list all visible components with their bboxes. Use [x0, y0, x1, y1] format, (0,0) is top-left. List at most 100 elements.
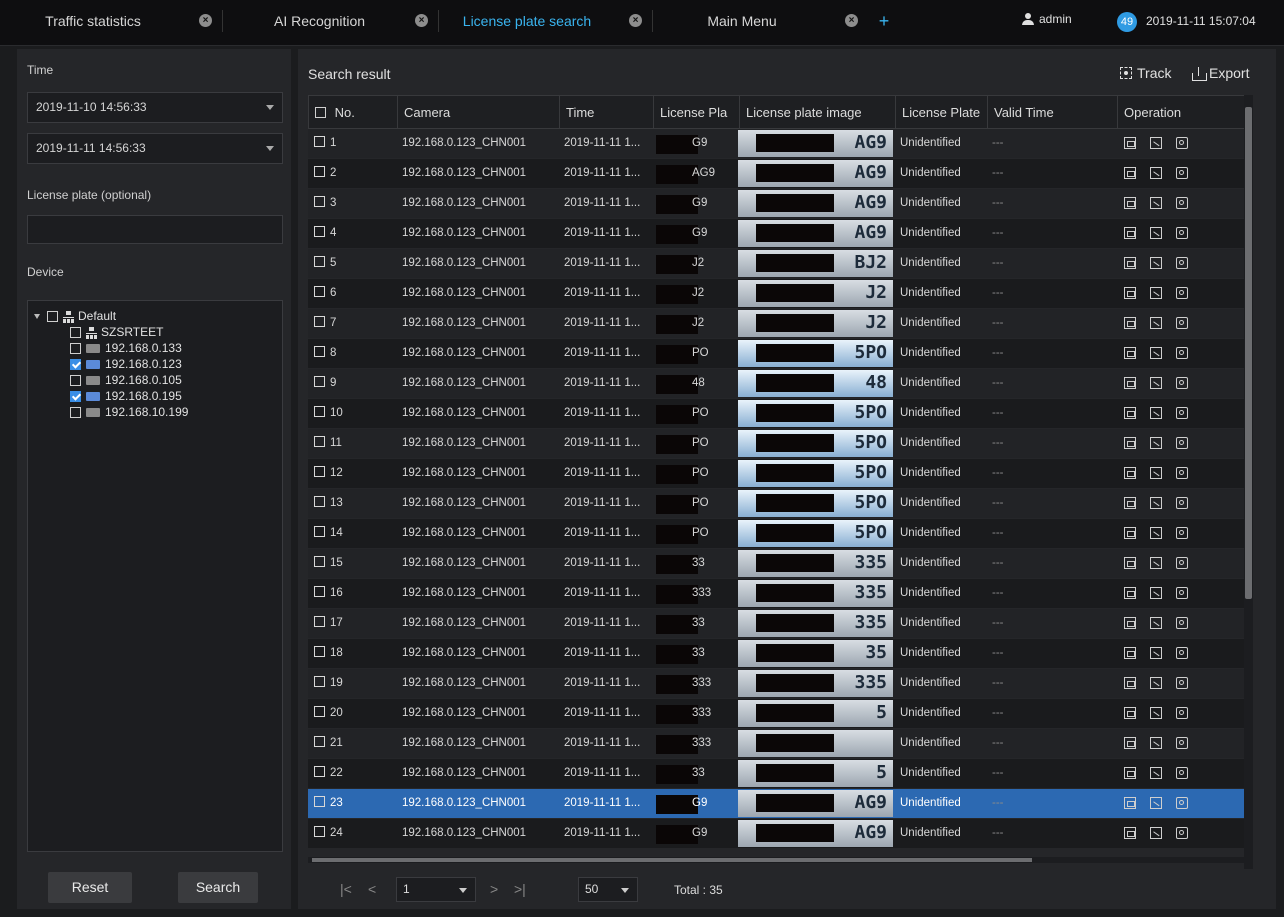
image-icon[interactable] [1150, 707, 1162, 719]
table-row[interactable]: 5 192.168.0.123_CHN001 2019-11-11 1... J2 BJ… [308, 249, 1253, 278]
details-icon[interactable] [1124, 197, 1136, 209]
tab-traffic-statistics[interactable]: Traffic statistics × [0, 8, 222, 34]
details-icon[interactable] [1124, 137, 1136, 149]
horizontal-scrollbar[interactable] [308, 857, 1244, 863]
license-plate-image[interactable]: 5 [738, 700, 893, 727]
close-icon[interactable]: × [845, 14, 858, 27]
vertical-scrollbar[interactable] [1244, 95, 1253, 869]
row-checkbox[interactable] [314, 196, 325, 208]
column-header-time[interactable]: Time [559, 96, 653, 130]
table-row[interactable]: 15 192.168.0.123_CHN001 2019-11-11 1... 33 3… [308, 549, 1253, 578]
details-icon[interactable] [1124, 677, 1136, 689]
id-card-icon[interactable] [1176, 467, 1188, 479]
row-number[interactable]: 10 [314, 399, 394, 428]
row-number[interactable]: 23 [314, 789, 394, 818]
id-card-icon[interactable] [1176, 377, 1188, 389]
license-plate-image[interactable]: AG9 [738, 790, 893, 817]
table-row[interactable]: 7 192.168.0.123_CHN001 2019-11-11 1... J2 J2… [308, 309, 1253, 338]
table-row[interactable]: 6 192.168.0.123_CHN001 2019-11-11 1... J2 J2… [308, 279, 1253, 308]
details-icon[interactable] [1124, 467, 1136, 479]
tree-node-camera[interactable]: 192.168.0.105 [70, 372, 182, 388]
row-number[interactable]: 17 [314, 609, 394, 638]
row-number[interactable]: 11 [314, 429, 394, 458]
image-icon[interactable] [1150, 377, 1162, 389]
close-icon[interactable]: × [415, 14, 428, 27]
column-header-no[interactable]: No. [309, 96, 397, 130]
row-number[interactable]: 14 [314, 519, 394, 548]
table-row[interactable]: 20 192.168.0.123_CHN001 2019-11-11 1... 333… [308, 699, 1253, 728]
image-icon[interactable] [1150, 617, 1162, 629]
id-card-icon[interactable] [1176, 527, 1188, 539]
license-plate-image[interactable]: 335 [738, 580, 893, 607]
license-plate-input[interactable] [27, 215, 283, 244]
table-row[interactable]: 14 192.168.0.123_CHN001 2019-11-11 1... PO 5… [308, 519, 1253, 548]
row-number[interactable]: 5 [314, 249, 394, 278]
tree-node-camera[interactable]: 192.168.0.195 [70, 388, 182, 404]
image-icon[interactable] [1150, 497, 1162, 509]
tab-main-menu[interactable]: Main Menu × [652, 8, 868, 34]
details-icon[interactable] [1124, 797, 1136, 809]
details-icon[interactable] [1124, 227, 1136, 239]
row-number[interactable]: 13 [314, 489, 394, 518]
row-checkbox[interactable] [314, 526, 325, 538]
row-number[interactable]: 21 [314, 729, 394, 758]
id-card-icon[interactable] [1176, 677, 1188, 689]
license-plate-image[interactable]: AG9 [738, 130, 893, 157]
id-card-icon[interactable] [1176, 707, 1188, 719]
checkbox[interactable] [70, 326, 81, 338]
column-header-operation[interactable]: Operation [1117, 96, 1254, 130]
table-row[interactable]: 12 192.168.0.123_CHN001 2019-11-11 1... PO 5… [308, 459, 1253, 488]
table-row[interactable]: 21 192.168.0.123_CHN001 2019-11-11 1... 333… [308, 729, 1253, 758]
license-plate-image[interactable]: 35 [738, 640, 893, 667]
details-icon[interactable] [1124, 647, 1136, 659]
next-page-button[interactable]: > [490, 881, 498, 897]
checkbox-checked[interactable] [70, 390, 81, 402]
scrollbar-thumb[interactable] [1245, 107, 1252, 599]
image-icon[interactable] [1150, 407, 1162, 419]
id-card-icon[interactable] [1176, 767, 1188, 779]
row-number[interactable]: 2 [314, 159, 394, 188]
row-checkbox[interactable] [314, 166, 325, 178]
column-header-plate-type[interactable]: License Plate [895, 96, 987, 130]
image-icon[interactable] [1150, 347, 1162, 359]
row-checkbox[interactable] [314, 226, 325, 238]
column-header-plate-image[interactable]: License plate image [739, 96, 895, 130]
id-card-icon[interactable] [1176, 227, 1188, 239]
tab-ai-recognition[interactable]: AI Recognition × [222, 8, 438, 34]
reset-button[interactable]: Reset [48, 872, 132, 903]
row-number[interactable]: 18 [314, 639, 394, 668]
table-row[interactable]: 24 192.168.0.123_CHN001 2019-11-11 1... G9 A… [308, 819, 1253, 848]
id-card-icon[interactable] [1176, 497, 1188, 509]
row-checkbox[interactable] [314, 286, 325, 298]
license-plate-image[interactable]: 5PO [738, 490, 893, 517]
details-icon[interactable] [1124, 167, 1136, 179]
table-row[interactable]: 8 192.168.0.123_CHN001 2019-11-11 1... PO 5P… [308, 339, 1253, 368]
id-card-icon[interactable] [1176, 287, 1188, 299]
license-plate-image[interactable]: 5PO [738, 430, 893, 457]
license-plate-image[interactable]: 5PO [738, 400, 893, 427]
image-icon[interactable] [1150, 197, 1162, 209]
license-plate-image[interactable]: 335 [738, 610, 893, 637]
row-number[interactable]: 12 [314, 459, 394, 488]
image-icon[interactable] [1150, 557, 1162, 569]
row-checkbox[interactable] [314, 136, 325, 148]
license-plate-image[interactable]: AG9 [738, 190, 893, 217]
tree-node-camera[interactable]: 192.168.10.199 [70, 404, 188, 420]
table-row[interactable]: 1 192.168.0.123_CHN001 2019-11-11 1... G9 AG… [308, 129, 1253, 158]
row-checkbox[interactable] [314, 346, 325, 358]
details-icon[interactable] [1124, 317, 1136, 329]
license-plate-image[interactable]: 5PO [738, 340, 893, 367]
last-page-button[interactable]: >| [514, 881, 526, 897]
table-row[interactable]: 10 192.168.0.123_CHN001 2019-11-11 1... PO 5… [308, 399, 1253, 428]
details-icon[interactable] [1124, 407, 1136, 419]
id-card-icon[interactable] [1176, 617, 1188, 629]
expand-arrow-icon[interactable] [34, 313, 40, 319]
table-row[interactable]: 22 192.168.0.123_CHN001 2019-11-11 1... 33 5… [308, 759, 1253, 788]
id-card-icon[interactable] [1176, 647, 1188, 659]
row-checkbox[interactable] [314, 766, 325, 778]
column-header-camera[interactable]: Camera [397, 96, 559, 130]
table-row[interactable]: 11 192.168.0.123_CHN001 2019-11-11 1... PO 5… [308, 429, 1253, 458]
tree-node-szsrteet[interactable]: SZSRTEET [70, 324, 163, 340]
row-checkbox[interactable] [314, 436, 325, 448]
column-header-valid-time[interactable]: Valid Time [987, 96, 1117, 130]
